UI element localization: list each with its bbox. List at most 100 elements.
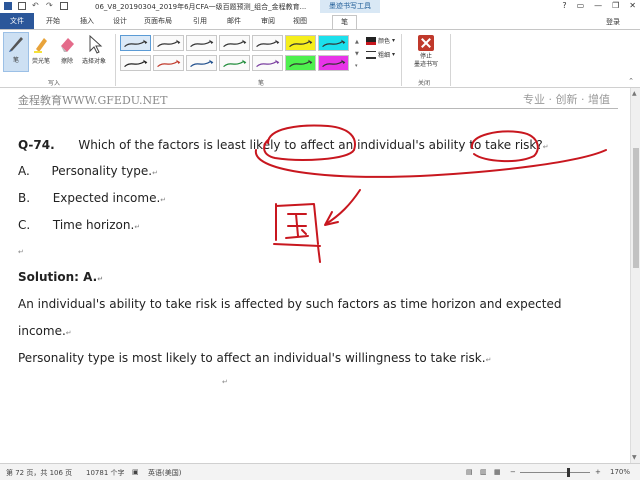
scroll-thumb[interactable]: [633, 148, 639, 268]
vertical-scrollbar[interactable]: ▲ ▼: [630, 88, 640, 463]
page-count[interactable]: 第 72 页，共 106 页: [6, 468, 72, 478]
header-slogan: 专业 · 创新 · 增值: [523, 93, 610, 106]
ink-tools-context-tab: 墨迹书写工具: [320, 0, 380, 13]
highlighter-tool-button[interactable]: 荧光笔: [28, 34, 54, 65]
language[interactable]: 英语(美国): [148, 468, 181, 478]
pen-stroke-icon: [256, 39, 280, 48]
pen-styles-gallery: [120, 35, 358, 75]
login-link[interactable]: 登录: [606, 17, 620, 27]
color-swatch-icon: [366, 36, 376, 45]
header-brand: 金程教育WWW.GFEDU.NET: [18, 94, 168, 107]
group-separator: [450, 34, 451, 86]
solution-para1-line1: An individual's ability to take risk is …: [18, 297, 562, 311]
zoom-slider[interactable]: [520, 472, 590, 473]
question-line: Q-74. Which of the factors is least like…: [18, 138, 549, 152]
minimize-button[interactable]: —: [594, 1, 602, 10]
tab-home[interactable]: 开始: [46, 15, 60, 29]
print-layout-icon[interactable]: ▥: [480, 468, 487, 476]
highlighter-icon: [34, 38, 47, 53]
pen-stroke-icon: [223, 39, 247, 48]
option-letter: A.: [18, 164, 30, 178]
pen-style-swatch[interactable]: [186, 55, 217, 71]
tab-mailings[interactable]: 邮件: [227, 15, 241, 29]
zoom-out-button[interactable]: −: [510, 468, 516, 476]
redo-icon[interactable]: ↷: [46, 2, 54, 10]
highlighter-tool-label: 荧光笔: [31, 58, 50, 65]
zoom-in-button[interactable]: +: [595, 468, 601, 476]
option-text: Time horizon.: [52, 218, 135, 232]
pen-stroke-icon: [190, 59, 214, 68]
ribbon-display-button[interactable]: ▭: [577, 1, 585, 10]
read-mode-icon[interactable]: ▤: [466, 468, 473, 476]
tab-page-layout[interactable]: 页面布局: [144, 15, 172, 29]
window-controls: ? ▭ — ❐ ✕: [562, 1, 636, 10]
solution-title: Solution: A.↵: [18, 270, 104, 284]
pen-style-swatch[interactable]: [318, 35, 349, 51]
word-logo-icon: [4, 2, 12, 10]
solution-para1-line2: income.↵: [18, 324, 72, 338]
zoom-level[interactable]: 170%: [610, 468, 630, 476]
pen-style-swatch[interactable]: [252, 35, 283, 51]
pens-group-label: 笔: [258, 80, 265, 87]
question-number: Q-74.: [18, 138, 55, 152]
word-count[interactable]: 10781 个字: [86, 468, 125, 478]
pen-tool-button[interactable]: 笔: [3, 32, 29, 72]
save-icon[interactable]: [18, 2, 26, 10]
pen-stroke-icon: [322, 59, 346, 68]
select-arrow-icon: [89, 34, 103, 54]
weight-dropdown[interactable]: 粗细 ▾: [366, 50, 395, 59]
paragraph-mark: ↵: [222, 378, 228, 386]
pen-style-swatch[interactable]: [252, 55, 283, 71]
tab-design[interactable]: 设计: [113, 15, 127, 29]
tab-pens[interactable]: 笔: [332, 15, 357, 29]
pen-style-swatch[interactable]: [120, 35, 151, 51]
help-button[interactable]: ?: [562, 1, 566, 10]
color-dropdown[interactable]: 颜色 ▾: [366, 36, 395, 45]
tab-view[interactable]: 视图: [293, 15, 307, 29]
scroll-up-icon[interactable]: ▲: [632, 90, 637, 97]
stop-close-icon: [418, 35, 434, 51]
gallery-scroll[interactable]: ▲ ▼ ▾: [355, 36, 361, 74]
header-rule: [18, 108, 618, 109]
option-a: A. Personality type.↵: [18, 164, 158, 178]
pen-style-swatch[interactable]: [153, 55, 184, 71]
web-layout-icon[interactable]: ▦: [494, 468, 501, 476]
close-button[interactable]: ✕: [629, 1, 636, 10]
stop-inking-button[interactable]: 停止 墨迹书写: [406, 35, 446, 69]
quick-access-toolbar: ↶ ↷: [4, 2, 68, 10]
option-text: Expected income.: [52, 191, 161, 205]
solution-title-text: Solution: A.: [18, 270, 98, 284]
chevron-down-icon: ▾: [392, 51, 396, 58]
collapse-ribbon-icon[interactable]: ⌃: [628, 77, 634, 85]
option-text: Personality type.: [51, 164, 153, 178]
touch-mode-icon[interactable]: [60, 2, 68, 10]
pen-style-swatch[interactable]: [285, 55, 316, 71]
proofing-icon[interactable]: ▣: [132, 468, 139, 476]
question-text: Which of the factors is least likely to …: [78, 138, 543, 152]
tab-references[interactable]: 引用: [193, 15, 207, 29]
pen-style-swatch[interactable]: [153, 35, 184, 51]
select-objects-label: 选择对象: [81, 58, 106, 65]
ribbon-pens: 笔 荧光笔 擦除 选择对象 写入 ▲ ▼ ▾ 笔 颜色 ▾ 粗细 ▾ 停止 墨迹书写 关…: [0, 29, 640, 88]
zoom-slider-thumb[interactable]: [567, 468, 570, 477]
pen-style-swatch[interactable]: [285, 35, 316, 51]
pen-style-swatch[interactable]: [120, 55, 151, 71]
select-objects-button[interactable]: 选择对象: [81, 34, 107, 65]
pen-style-swatch[interactable]: [186, 35, 217, 51]
pen-stroke-icon: [223, 59, 247, 68]
option-letter: C.: [18, 218, 31, 232]
pen-style-swatch[interactable]: [219, 55, 250, 71]
pen-style-swatch[interactable]: [318, 55, 349, 71]
tab-review[interactable]: 审阅: [261, 15, 275, 29]
status-bar: 第 72 页，共 106 页 10781 个字 ▣ 英语(美国) ▤ ▥ ▦ −…: [0, 463, 640, 480]
document-page[interactable]: 金程教育WWW.GFEDU.NET 专业 · 创新 · 增值 Q-74. Whi…: [0, 88, 630, 463]
undo-icon[interactable]: ↶: [32, 2, 40, 10]
tab-insert[interactable]: 插入: [80, 15, 94, 29]
scroll-down-icon[interactable]: ▼: [632, 454, 637, 461]
title-bar: ↶ ↷ 06_V8_20190304_2019年6月CFA一级百题预测_组合_金…: [0, 0, 640, 13]
eraser-tool-button[interactable]: 擦除: [54, 34, 80, 65]
document-title: 06_V8_20190304_2019年6月CFA一级百题预测_组合_金程教育.…: [95, 3, 307, 11]
pen-style-swatch[interactable]: [219, 35, 250, 51]
tab-file[interactable]: 文件: [0, 13, 34, 29]
restore-button[interactable]: ❐: [612, 1, 619, 10]
